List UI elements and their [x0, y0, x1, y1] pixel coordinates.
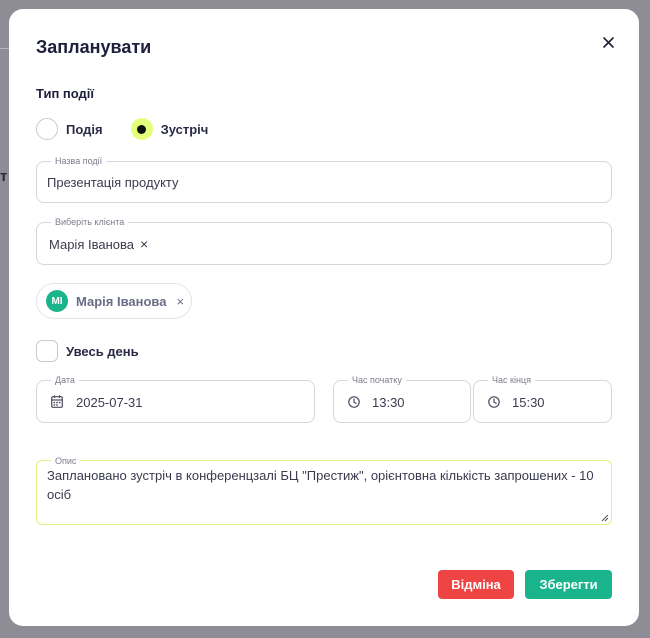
date-field[interactable]: Дата 2025-07-31 [36, 374, 315, 423]
save-button[interactable]: Зберегти [525, 570, 612, 599]
all-day-checkbox[interactable] [36, 340, 58, 362]
client-chip: Марія Іванова × [49, 236, 148, 252]
start-time-legend: Час початку [348, 374, 406, 386]
client-chip-remove-icon[interactable]: × [140, 236, 148, 252]
selected-client-pill: МІ Марія Іванова × [36, 283, 192, 319]
end-time-value[interactable]: 15:30 [512, 395, 545, 410]
event-type-label: Тип події [36, 86, 95, 101]
close-button[interactable] [595, 29, 621, 55]
schedule-modal: Запланувати Тип події Подія Зустріч Назв… [9, 9, 639, 626]
start-time-field[interactable]: Час початку 13:30 [333, 374, 471, 423]
selected-client-name: Марія Іванова [76, 293, 167, 309]
date-value[interactable]: 2025-07-31 [76, 395, 143, 410]
date-legend: Дата [51, 374, 79, 386]
resize-grip-icon[interactable] [601, 514, 609, 522]
radio-meeting-label: Зустріч [160, 121, 209, 137]
radio-event-label: Подія [66, 121, 103, 137]
description-value[interactable]: Заплановано зустріч в конференцзалі БЦ "… [47, 466, 597, 504]
radio-event-circle[interactable] [36, 118, 58, 140]
modal-title: Запланувати [36, 37, 152, 57]
remove-client-icon[interactable]: × [176, 294, 184, 309]
cancel-button[interactable]: Відміна [438, 570, 514, 599]
event-name-field[interactable]: Назва події Презентація продукту [36, 155, 612, 203]
clock-icon [348, 396, 360, 408]
client-select-field[interactable]: Виберіть клієнта Марія Іванова × [36, 216, 612, 265]
description-field[interactable]: Опис Заплановано зустріч в конференцзалі… [36, 455, 612, 525]
client-chip-label: Марія Іванова [49, 237, 134, 252]
all-day-label: Увесь день [66, 343, 139, 359]
clock-icon [488, 396, 500, 408]
radio-meeting-circle[interactable] [130, 118, 153, 140]
event-name-value[interactable]: Презентація продукту [47, 175, 179, 190]
close-icon [602, 36, 614, 48]
background-divider [0, 48, 9, 49]
background-text: т [0, 168, 8, 185]
client-select-legend: Виберіть клієнта [51, 216, 129, 228]
start-time-value[interactable]: 13:30 [372, 395, 405, 410]
end-time-legend: Час кінця [488, 374, 535, 386]
all-day-toggle[interactable]: Увесь день [36, 340, 139, 362]
radio-selected-dot [137, 124, 147, 134]
event-type-radio-group: Подія Зустріч [36, 118, 236, 140]
end-time-field[interactable]: Час кінця 15:30 [473, 374, 612, 423]
calendar-icon [51, 395, 63, 408]
avatar: МІ [46, 290, 68, 312]
radio-event[interactable]: Подія [36, 118, 103, 140]
event-name-legend: Назва події [51, 155, 107, 167]
radio-meeting[interactable]: Зустріч [130, 118, 209, 140]
